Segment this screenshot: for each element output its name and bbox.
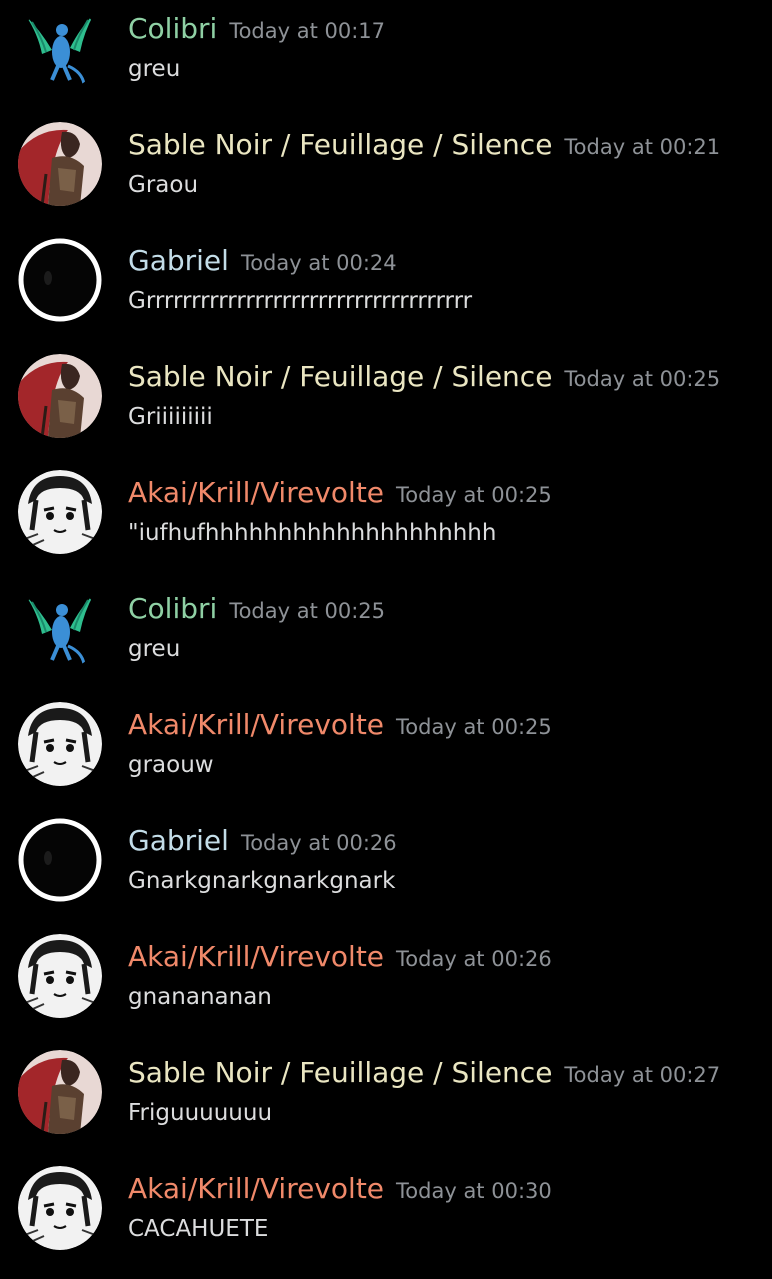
message-header: Gabriel Today at 00:24 xyxy=(128,232,397,294)
timestamp: Today at 00:17 xyxy=(229,19,386,43)
message-text: Graou xyxy=(128,172,199,198)
message-text: greu xyxy=(128,636,181,662)
message-item: Colibri Today at 00:25 greu xyxy=(0,580,772,696)
message-item: Sable Noir / Feuillage / Silence Today at… xyxy=(0,348,772,464)
warrior-avatar-icon[interactable] xyxy=(18,122,102,206)
manga-avatar-icon[interactable] xyxy=(18,1166,102,1250)
timestamp: Today at 00:25 xyxy=(564,367,721,391)
timestamp: Today at 00:27 xyxy=(564,1063,721,1087)
username[interactable]: Akai/Krill/Virevolte xyxy=(128,940,384,973)
username[interactable]: Akai/Krill/Virevolte xyxy=(128,476,384,509)
dragon-avatar-icon[interactable] xyxy=(18,586,102,670)
message-header: Colibri Today at 00:17 xyxy=(128,0,385,62)
username[interactable]: Sable Noir / Feuillage / Silence xyxy=(128,128,552,161)
message-header: Akai/Krill/Virevolte Today at 00:26 xyxy=(128,928,552,990)
message-header: Akai/Krill/Virevolte Today at 00:25 xyxy=(128,464,552,526)
timestamp: Today at 00:25 xyxy=(396,483,552,507)
message-item: Akai/Krill/Virevolte Today at 00:30 CACAH… xyxy=(0,1160,772,1276)
username[interactable]: Sable Noir / Feuillage / Silence xyxy=(128,1056,552,1089)
message-item: Gabriel Today at 00:26 Gnarkgnarkgnarkgna… xyxy=(0,812,772,928)
message-item: Gabriel Today at 00:24 Grrrrrrrrrrrrrrrrr… xyxy=(0,232,772,348)
message-text: Grrrrrrrrrrrrrrrrrrrrrrrrrrrrrrrrrrrr xyxy=(128,288,473,314)
warrior-avatar-icon[interactable] xyxy=(18,354,102,438)
message-text: greu xyxy=(128,56,181,82)
timestamp: Today at 00:26 xyxy=(396,947,552,971)
message-header: Sable Noir / Feuillage / Silence Today at… xyxy=(128,116,720,178)
message-item: Sable Noir / Feuillage / Silence Today at… xyxy=(0,116,772,232)
timestamp: Today at 00:25 xyxy=(229,599,386,623)
message-text: CACAHUETE xyxy=(128,1216,269,1242)
message-header: Gabriel Today at 00:26 xyxy=(128,812,397,874)
message-list: Colibri Today at 00:17 greu Sable Noir / … xyxy=(0,0,772,1279)
black-circle-avatar-icon[interactable] xyxy=(18,818,102,902)
timestamp: Today at 00:24 xyxy=(240,251,397,275)
timestamp: Today at 00:25 xyxy=(396,715,552,739)
message-item: Akai/Krill/Virevolte Today at 00:25 "iufh… xyxy=(0,464,772,580)
message-text: "iufhufhhhhhhhhhhhhhhhhhhhh xyxy=(128,520,497,546)
timestamp: Today at 00:26 xyxy=(240,831,397,855)
message-header: Sable Noir / Feuillage / Silence Today at… xyxy=(128,348,720,410)
username[interactable]: Colibri xyxy=(128,12,217,45)
username[interactable]: Akai/Krill/Virevolte xyxy=(128,1172,384,1205)
username[interactable]: Colibri xyxy=(128,592,217,625)
manga-avatar-icon[interactable] xyxy=(18,702,102,786)
message-text: Friguuuuuuu xyxy=(128,1100,273,1126)
message-header: Akai/Krill/Virevolte Today at 00:25 xyxy=(128,696,552,758)
username[interactable]: Sable Noir / Feuillage / Silence xyxy=(128,360,552,393)
manga-avatar-icon[interactable] xyxy=(18,470,102,554)
username[interactable]: Gabriel xyxy=(128,244,229,277)
message-header: Akai/Krill/Virevolte Today at 00:30 xyxy=(128,1160,552,1222)
timestamp: Today at 00:21 xyxy=(564,135,721,159)
username[interactable]: Gabriel xyxy=(128,824,229,857)
username[interactable]: Akai/Krill/Virevolte xyxy=(128,708,384,741)
message-text: Griiiiiiiii xyxy=(128,404,213,430)
message-text: Gnarkgnarkgnarkgnark xyxy=(128,868,396,894)
message-item: Sable Noir / Feuillage / Silence Today at… xyxy=(0,1044,772,1160)
message-item: Akai/Krill/Virevolte Today at 00:26 gnana… xyxy=(0,928,772,1044)
dragon-avatar-icon[interactable] xyxy=(18,6,102,90)
timestamp: Today at 00:30 xyxy=(396,1179,552,1203)
message-item: Colibri Today at 00:17 greu xyxy=(0,0,772,116)
message-text: graouw xyxy=(128,752,214,778)
manga-avatar-icon[interactable] xyxy=(18,934,102,1018)
warrior-avatar-icon[interactable] xyxy=(18,1050,102,1134)
black-circle-avatar-icon[interactable] xyxy=(18,238,102,322)
message-text: gnanananan xyxy=(128,984,272,1010)
message-header: Sable Noir / Feuillage / Silence Today at… xyxy=(128,1044,720,1106)
message-header: Colibri Today at 00:25 xyxy=(128,580,385,642)
message-item: Akai/Krill/Virevolte Today at 00:25 graou… xyxy=(0,696,772,812)
